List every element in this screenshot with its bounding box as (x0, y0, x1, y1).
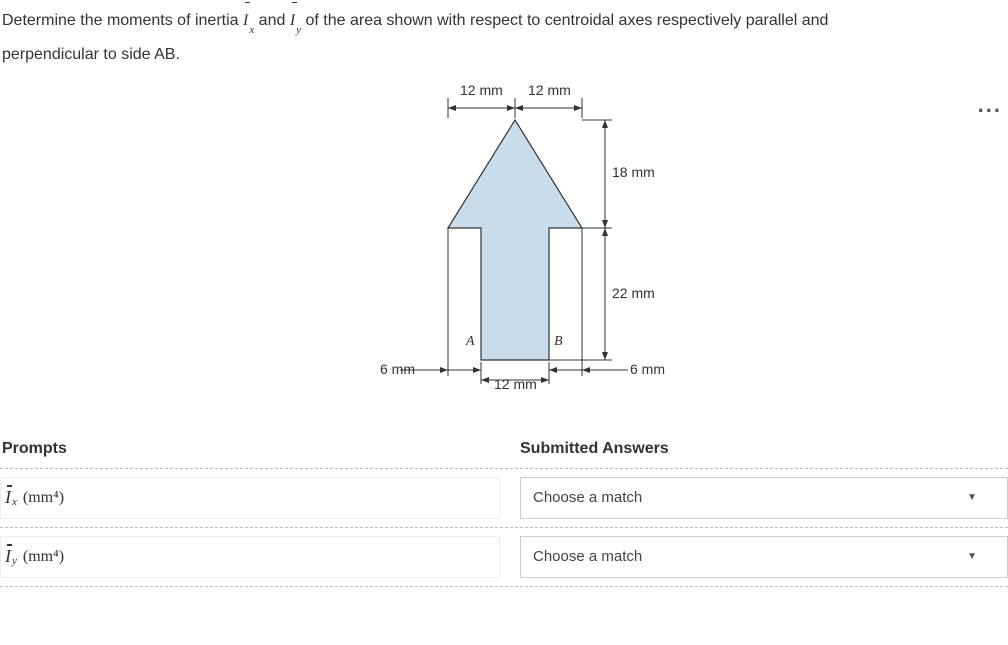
arrow-figure: 12 mm 12 mm 18 mm 22 mm A B 12 mm 6 mm 6… (360, 80, 720, 420)
figure-container: 12 mm 12 mm 18 mm 22 mm A B 12 mm 6 mm 6… (0, 80, 1008, 420)
ix-subscript: x (249, 24, 254, 36)
select-placeholder-iy: Choose a match (533, 548, 642, 565)
q-line2: perpendicular to side AB. (2, 46, 180, 63)
chevron-down-icon: ▼ (967, 492, 977, 503)
match-select-iy[interactable]: Choose a match ▼ (520, 536, 1008, 578)
dim-bottom-right: 6 mm (630, 361, 665, 377)
dim-top-right: 12 mm (528, 82, 571, 98)
row1-symbol: I (5, 487, 11, 507)
more-options-icon[interactable]: ... (978, 94, 1002, 116)
dim-top-left: 12 mm (460, 82, 503, 98)
match-row-iy: Iy (mm⁴) Choose a match ▼ (0, 527, 1008, 587)
dim-right-lower: 22 mm (612, 285, 655, 301)
row1-sub: x (12, 496, 17, 508)
chevron-down-icon: ▼ (967, 551, 977, 562)
row2-symbol: I (5, 546, 11, 566)
dim-bottom-center: 12 mm (494, 376, 537, 392)
select-placeholder-ix: Choose a match (533, 489, 642, 506)
dim-bottom-left: 6 mm (380, 361, 415, 377)
iy-subscript: y (296, 24, 301, 36)
prompt-iy: Iy (mm⁴) (0, 536, 500, 578)
label-a: A (466, 334, 475, 350)
question-text: Determine the moments of inertia Ix and … (0, 0, 1008, 80)
dim-right-upper: 18 mm (612, 164, 655, 180)
row1-unit: (mm⁴) (23, 489, 64, 507)
label-b: B (554, 334, 563, 350)
row2-sub: y (12, 555, 17, 567)
prompt-ix: Ix (mm⁴) (0, 477, 500, 519)
prompts-header: Prompts (0, 440, 520, 458)
row2-unit: (mm⁴) (23, 548, 64, 566)
answer-section: Prompts Submitted Answers Ix (mm⁴) Choos… (0, 420, 1008, 587)
q-part1: Determine the moments of inertia (2, 12, 243, 29)
answers-header: Submitted Answers (520, 440, 1008, 458)
ix-symbol: I (243, 12, 248, 29)
match-row-ix: Ix (mm⁴) Choose a match ▼ (0, 468, 1008, 527)
q-part2: of the area shown with respect to centro… (305, 12, 828, 29)
iy-symbol: I (290, 12, 295, 29)
q-and: and (259, 12, 290, 29)
match-select-ix[interactable]: Choose a match ▼ (520, 477, 1008, 519)
